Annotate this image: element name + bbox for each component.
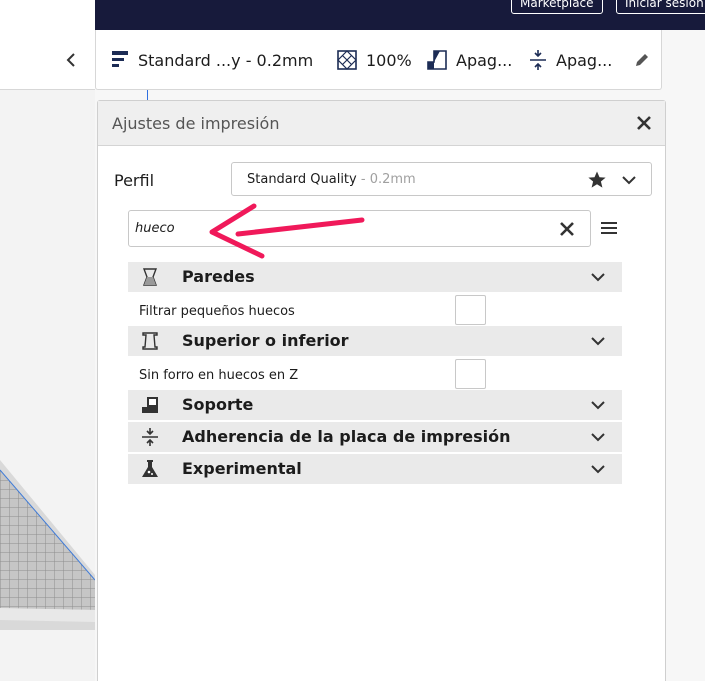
adhesion-summary-label: Apag... <box>556 50 613 70</box>
chevron-down-icon[interactable] <box>590 461 606 477</box>
support-summary[interactable]: Apag... <box>426 48 512 72</box>
infill-icon <box>337 50 357 70</box>
profile-icon <box>112 51 128 67</box>
category-support-label: Soporte <box>182 395 254 414</box>
category-walls-label: Paredes <box>182 267 255 286</box>
category-experimental[interactable]: Experimental <box>128 454 622 484</box>
category-experimental-label: Experimental <box>182 459 302 478</box>
setting-label: Sin forro en huecos en Z <box>139 368 299 383</box>
clear-search-icon[interactable] <box>559 221 575 237</box>
viewport-stage[interactable] <box>0 30 95 681</box>
print-settings-panel: Ajustes de impresión Perfil Standard Qua… <box>97 100 666 681</box>
search-input-value[interactable]: hueco <box>135 221 175 236</box>
close-icon[interactable] <box>635 114 653 132</box>
profile-dropdown[interactable]: Standard Quality - 0.2mm <box>231 162 652 196</box>
stage-header <box>0 30 95 90</box>
setting-label: Filtrar pequeños huecos <box>139 304 295 319</box>
support-icon <box>142 397 158 413</box>
setting-checkbox[interactable] <box>455 359 486 389</box>
pencil-icon[interactable] <box>633 51 651 69</box>
category-walls[interactable]: Paredes <box>128 262 622 292</box>
chevron-down-icon[interactable] <box>590 333 606 349</box>
profile-layer-height: - 0.2mm <box>356 172 416 187</box>
support-icon <box>427 50 447 70</box>
top-bottom-icon <box>142 332 158 350</box>
settings-menu-icon[interactable] <box>600 220 618 236</box>
chevron-down-icon[interactable] <box>620 171 638 189</box>
category-support[interactable]: Soporte <box>128 390 622 420</box>
chevron-left-icon[interactable] <box>62 49 80 71</box>
settings-search-input[interactable]: hueco <box>128 210 591 247</box>
login-button[interactable]: Iniciar sesión <box>616 0 705 14</box>
print-settings-bar[interactable]: Standard ...y - 0.2mm 100% Apag... Apag.… <box>95 30 662 90</box>
adhesion-summary[interactable]: Apag... <box>528 48 612 72</box>
top-bar: Marketplace Iniciar sesión <box>0 0 705 30</box>
chevron-down-icon[interactable] <box>590 269 606 285</box>
adhesion-icon <box>142 428 158 446</box>
chevron-down-icon[interactable] <box>590 397 606 413</box>
profile-summary-label: Standard ...y - 0.2mm <box>138 50 314 70</box>
experimental-icon <box>142 460 158 477</box>
category-top-bottom-label: Superior o inferior <box>182 331 349 350</box>
chevron-down-icon[interactable] <box>590 429 606 445</box>
walls-icon <box>142 268 158 286</box>
marketplace-button[interactable]: Marketplace <box>511 0 603 14</box>
setting-row: Filtrar pequeños huecos <box>128 294 622 328</box>
infill-summary-label: 100% <box>366 50 412 70</box>
category-top-bottom[interactable]: Superior o inferior <box>128 326 622 356</box>
build-plate <box>0 460 95 630</box>
profile-label: Perfil <box>114 171 155 190</box>
star-icon[interactable] <box>587 170 607 190</box>
profile-summary[interactable]: Standard ...y - 0.2mm <box>110 48 313 72</box>
top-bar-dark <box>95 0 705 30</box>
setting-checkbox[interactable] <box>455 295 486 325</box>
panel-header: Ajustes de impresión <box>98 101 665 146</box>
profile-dropdown-value: Standard Quality - 0.2mm <box>247 172 416 187</box>
panel-title: Ajustes de impresión <box>112 114 280 133</box>
adhesion-icon <box>530 50 546 70</box>
setting-row: Sin forro en huecos en Z <box>128 358 622 392</box>
infill-summary[interactable]: 100% <box>336 48 412 72</box>
category-adhesion[interactable]: Adherencia de la placa de impresión <box>128 422 622 452</box>
support-summary-label: Apag... <box>456 50 513 70</box>
profile-name: Standard Quality <box>247 172 357 187</box>
category-adhesion-label: Adherencia de la placa de impresión <box>182 427 511 446</box>
